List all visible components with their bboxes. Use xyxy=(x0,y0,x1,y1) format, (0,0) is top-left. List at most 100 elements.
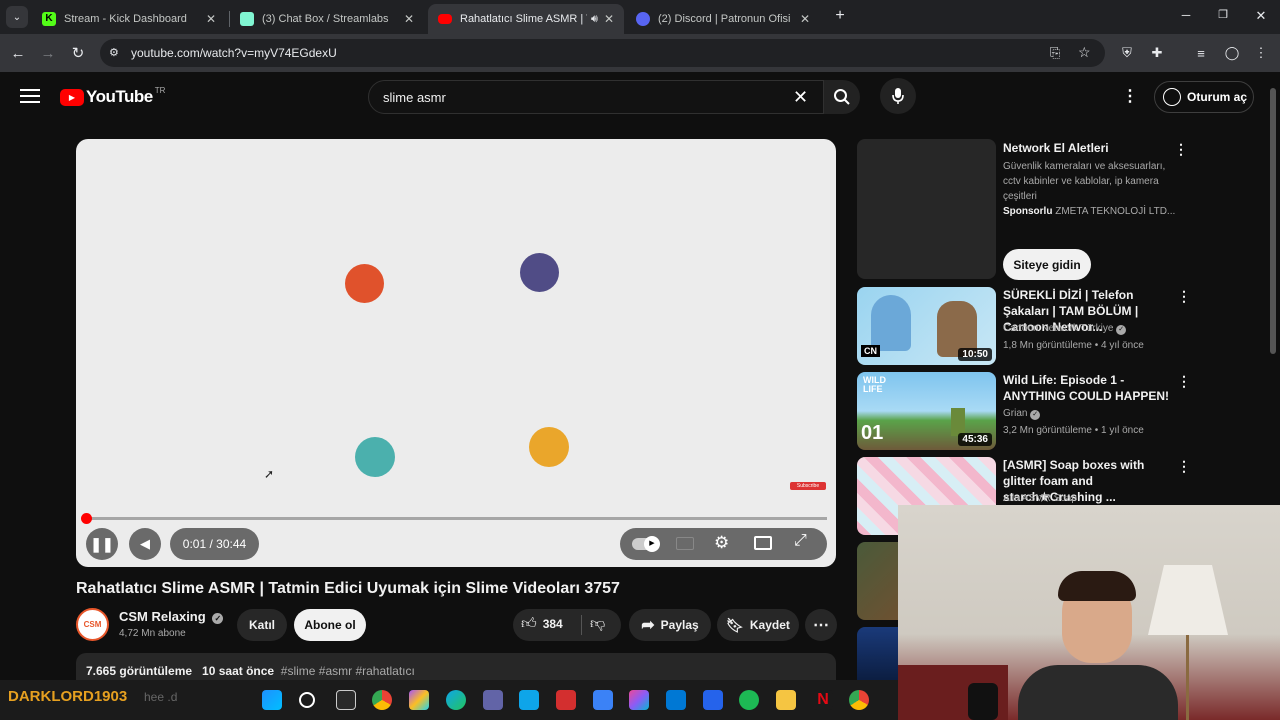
visit-site-button[interactable]: Siteye gidin xyxy=(1003,249,1091,280)
fullscreen-icon[interactable]: ⤢ xyxy=(794,532,807,550)
sign-in-button[interactable]: Oturum aç xyxy=(1154,81,1254,113)
windows-taskbar: DARKLORD1903 hee .d N xyxy=(0,680,900,720)
chrome-active-icon[interactable] xyxy=(849,690,869,710)
mouse-cursor: ➚ xyxy=(264,467,275,481)
subtitles-icon[interactable] xyxy=(676,537,694,550)
edge-icon[interactable] xyxy=(446,690,466,710)
related-menu-icon[interactable]: ⋮ xyxy=(1176,456,1192,476)
ad-thumbnail[interactable] xyxy=(857,139,996,279)
youtube-logo[interactable]: ▶ YouTube TR xyxy=(60,86,165,108)
share-button[interactable]: ➦ Paylaş xyxy=(629,609,711,641)
app-icon[interactable] xyxy=(703,690,723,710)
related-menu-icon[interactable]: ⋮ xyxy=(1176,371,1192,391)
spotify-icon[interactable] xyxy=(739,690,759,710)
acrobat-icon[interactable] xyxy=(556,690,576,710)
task-view-icon[interactable] xyxy=(336,690,356,710)
related-title[interactable]: Wild Life: Episode 1 - ANYTHING COULD HA… xyxy=(1003,372,1173,404)
windows-start-icon[interactable] xyxy=(262,690,282,710)
tab-kick-dashboard[interactable]: K Stream - Kick Dashboard ✕ xyxy=(32,4,226,34)
store-icon[interactable] xyxy=(519,690,539,710)
site-info-icon[interactable]: ⚙ xyxy=(109,46,119,59)
sponsored-label: Sponsorlu xyxy=(1003,206,1053,217)
chrome-icon[interactable] xyxy=(372,690,392,710)
volume-button[interactable]: ◀ xyxy=(129,528,161,560)
bookmark-star-icon[interactable]: ☆ xyxy=(1078,44,1091,61)
copilot-icon[interactable] xyxy=(409,690,429,710)
outlook-icon[interactable] xyxy=(666,690,686,710)
related-thumbnail[interactable]: WILD LIFE 01 45:36 xyxy=(857,372,996,450)
reload-button[interactable]: ↻ xyxy=(67,42,89,64)
settings-gear-icon[interactable]: ⚙ xyxy=(714,533,729,553)
settings-kebab-icon[interactable]: ⋮ xyxy=(1122,86,1138,106)
close-icon[interactable]: ✕ xyxy=(800,12,810,26)
tab-search-button[interactable]: ⌄ xyxy=(6,6,28,28)
tab-title: Rahatlatıcı Slime ASMR | Tat xyxy=(460,13,587,25)
audio-playing-icon[interactable]: 🔊︎ xyxy=(591,13,598,26)
close-icon[interactable]: ✕ xyxy=(404,12,414,26)
related-channel: Grian ✓ xyxy=(1003,406,1041,421)
chrome-menu-icon[interactable]: ⋮ xyxy=(1251,43,1271,63)
voice-search-button[interactable] xyxy=(880,78,916,114)
theater-mode-icon[interactable] xyxy=(754,536,772,550)
netflix-icon[interactable]: N xyxy=(813,690,833,710)
progress-bar[interactable] xyxy=(81,513,827,524)
like-count: 384 xyxy=(542,617,563,631)
minimize-button[interactable]: ─ xyxy=(1176,8,1196,24)
back-button[interactable]: ← xyxy=(7,42,29,64)
more-actions-button[interactable]: ⋯ xyxy=(805,609,837,641)
video-player[interactable]: Subscribe ➚ ❚❚ ◀ 0:01 / 30:44 ▶ ⚙ ⤢ xyxy=(76,139,836,567)
url-text[interactable]: youtube.com/watch?v=myV74EGdexU xyxy=(131,46,337,60)
microphone-icon xyxy=(892,88,904,104)
search-icon[interactable] xyxy=(299,692,315,708)
ad-menu-icon[interactable]: ⋮ xyxy=(1173,139,1189,159)
progress-scrubber[interactable] xyxy=(81,513,92,524)
yellow-slime-ball xyxy=(529,427,569,467)
save-button[interactable]: 🔖︎ Kaydet xyxy=(717,609,799,641)
close-window-button[interactable]: ✕ xyxy=(1251,8,1271,24)
channel-name[interactable]: CSM Relaxing ✓ xyxy=(119,609,224,624)
kick-icon: K xyxy=(42,12,56,26)
thumbs-down-icon: 👎︎ xyxy=(590,615,606,632)
m365-icon[interactable] xyxy=(629,690,649,710)
join-button[interactable]: Katıl xyxy=(237,609,287,641)
close-icon[interactable]: ✕ xyxy=(206,12,216,26)
new-tab-button[interactable]: + xyxy=(830,6,850,26)
autoplay-toggle[interactable]: ▶ xyxy=(632,536,660,552)
media-controls-icon[interactable]: ≡ xyxy=(1191,43,1211,63)
install-app-icon[interactable]: ⎘ xyxy=(1050,45,1060,61)
youtube-logo-icon: ▶ xyxy=(60,88,84,106)
close-icon[interactable]: ✕ xyxy=(604,12,614,26)
browser-tab-strip: ⌄ K Stream - Kick Dashboard ✕ (3) Chat B… xyxy=(0,0,1280,34)
clear-search-icon[interactable]: ✕ xyxy=(793,87,808,108)
related-menu-icon[interactable]: ⋮ xyxy=(1176,286,1192,306)
hashtags[interactable]: #slime #asmr #rahatlatıcı xyxy=(281,664,415,678)
like-button[interactable]: 👍︎ 384 xyxy=(521,615,563,633)
channel-name-text: CSM Relaxing xyxy=(119,609,206,624)
forward-button[interactable]: → xyxy=(37,42,59,64)
file-explorer-icon[interactable] xyxy=(776,690,796,710)
tab-discord[interactable]: (2) Discord | Patronun Ofisi | kic ✕ xyxy=(626,4,820,34)
channel-avatar[interactable]: CSM xyxy=(76,608,109,641)
teams-icon[interactable] xyxy=(483,690,503,710)
search-box[interactable]: slime asmr ✕ xyxy=(368,80,824,114)
extensions-puzzle-icon[interactable]: ✚ xyxy=(1147,43,1167,63)
address-bar[interactable]: ⚙ youtube.com/watch?v=myV74EGdexU ⎘ ☆ xyxy=(100,39,1105,67)
search-button[interactable] xyxy=(824,80,860,114)
tab-youtube-slime[interactable]: Rahatlatıcı Slime ASMR | Tat 🔊︎ ✕ xyxy=(428,4,624,34)
hamburger-menu-icon[interactable] xyxy=(20,86,40,104)
ad-title[interactable]: Network El Aletleri xyxy=(1003,140,1109,156)
profile-icon[interactable]: ◯ xyxy=(1222,43,1242,63)
orange-slime-ball xyxy=(345,264,384,303)
dislike-button[interactable]: 👎︎ xyxy=(590,615,605,633)
volume-icon: ◀ xyxy=(140,536,150,551)
tab-streamlabs[interactable]: (3) Chat Box / Streamlabs ✕ xyxy=(230,4,424,34)
shield-extension-icon[interactable]: ⛨ xyxy=(1117,43,1137,63)
page-scrollbar[interactable] xyxy=(1270,88,1276,354)
subscribe-watermark[interactable]: Subscribe xyxy=(790,482,826,490)
restore-button[interactable]: ❐ xyxy=(1213,8,1233,24)
snipping-tool-icon[interactable] xyxy=(593,690,613,710)
search-input[interactable]: slime asmr xyxy=(383,90,446,105)
subscribe-button[interactable]: Abone ol xyxy=(294,609,366,641)
pause-button[interactable]: ❚❚ xyxy=(86,528,118,560)
related-thumbnail[interactable]: CN 10:50 xyxy=(857,287,996,365)
